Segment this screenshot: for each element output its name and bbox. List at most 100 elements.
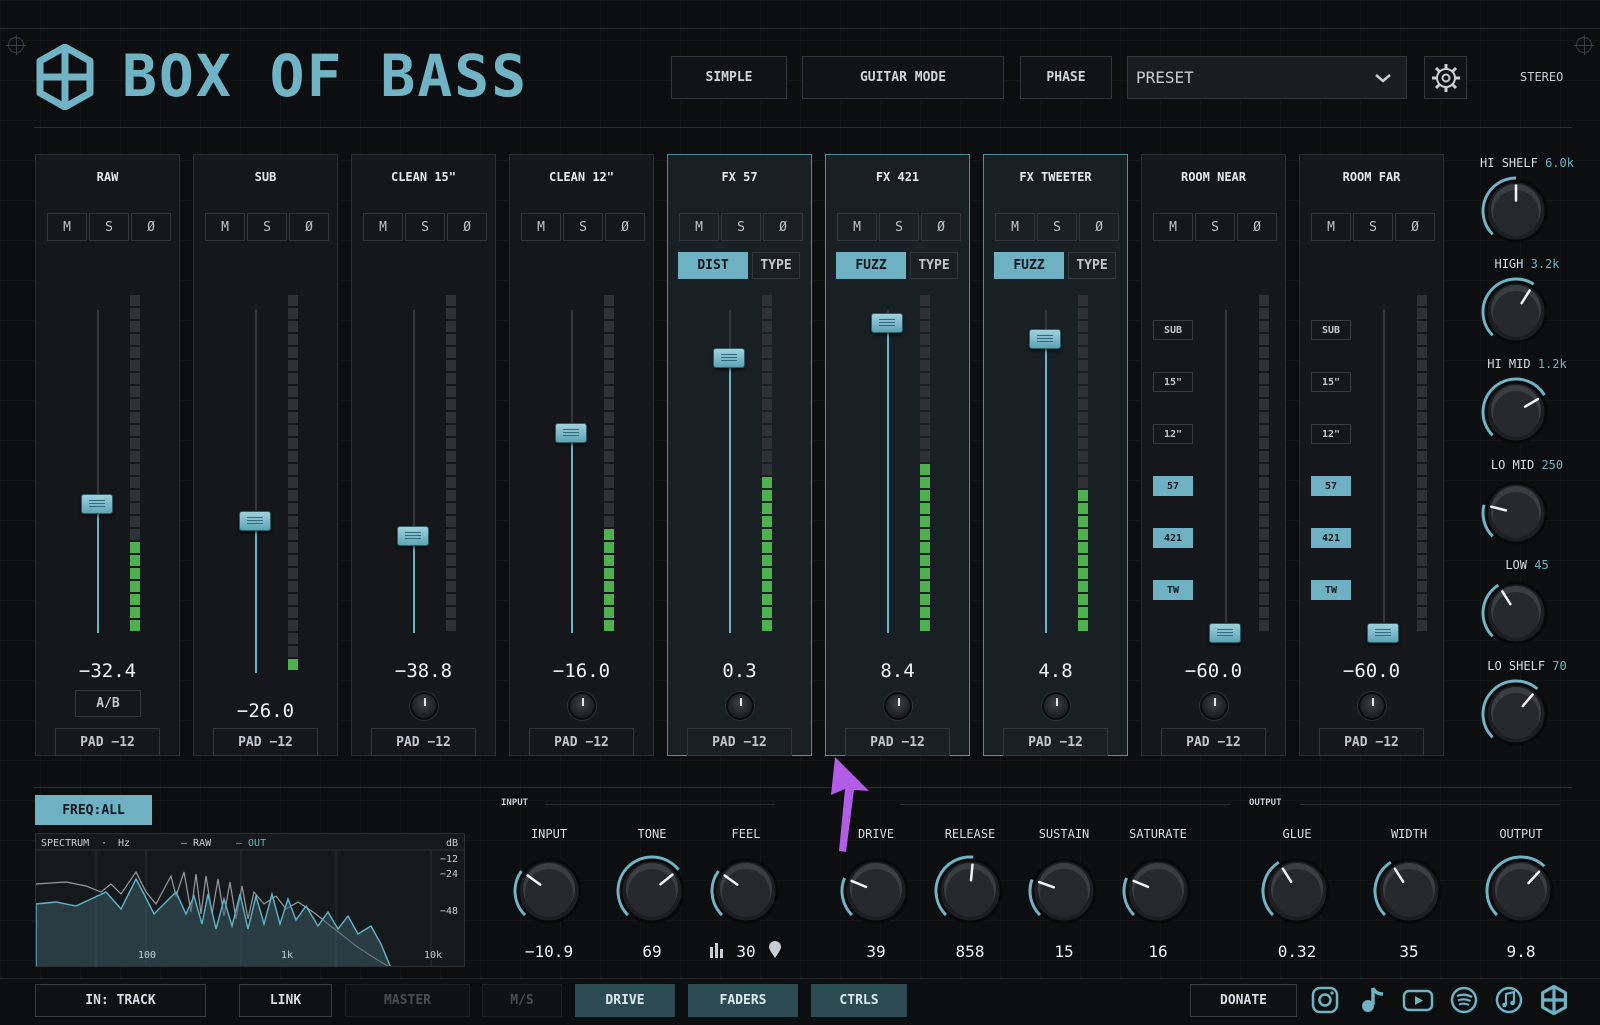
fader-track[interactable] — [1225, 310, 1227, 633]
control-knob[interactable] — [1027, 854, 1101, 928]
ms-button[interactable]: M/S — [482, 984, 562, 1017]
room-route-button[interactable]: TW — [1153, 580, 1193, 600]
fader-handle[interactable] — [555, 422, 587, 443]
solo-button[interactable]: S — [879, 213, 919, 241]
room-route-button[interactable]: 15" — [1311, 372, 1351, 392]
eq-gain-knob[interactable] — [1480, 678, 1552, 750]
phase-invert-button[interactable]: Ø — [763, 213, 803, 241]
phase-invert-button[interactable]: Ø — [447, 213, 487, 241]
guitar-mode-button[interactable]: GUITAR MODE — [802, 56, 1004, 99]
solo-button[interactable]: S — [1037, 213, 1077, 241]
pad-button[interactable]: PAD −12 — [687, 728, 792, 756]
room-route-button[interactable]: 421 — [1153, 528, 1193, 548]
pad-button[interactable]: PAD −12 — [1003, 728, 1108, 756]
tiktok-button[interactable] — [1356, 983, 1390, 1017]
control-knob[interactable] — [1121, 854, 1195, 928]
pan-knob[interactable] — [1042, 692, 1070, 720]
fader-handle[interactable] — [1209, 623, 1241, 643]
settings-button[interactable] — [1424, 56, 1467, 99]
control-knob[interactable] — [1372, 854, 1446, 928]
pin-icon[interactable] — [768, 941, 782, 959]
control-knob[interactable] — [615, 854, 689, 928]
mute-button[interactable]: M — [205, 213, 245, 241]
mute-button[interactable]: M — [363, 213, 403, 241]
pad-button[interactable]: PAD −12 — [529, 728, 634, 756]
pan-knob[interactable] — [410, 692, 438, 720]
phase-invert-button[interactable]: Ø — [289, 213, 329, 241]
room-route-button[interactable]: 12" — [1311, 424, 1351, 444]
ab-button[interactable]: A/B — [75, 690, 141, 717]
pan-knob[interactable] — [726, 692, 754, 720]
phase-button[interactable]: PHASE — [1020, 56, 1112, 99]
phase-invert-button[interactable]: Ø — [921, 213, 961, 241]
fader-handle[interactable] — [1029, 329, 1061, 350]
link-button[interactable]: LINK — [239, 984, 332, 1017]
control-knob[interactable] — [512, 854, 586, 928]
pad-button[interactable]: PAD −12 — [213, 728, 318, 756]
control-knob[interactable] — [933, 854, 1007, 928]
pan-knob[interactable] — [1358, 692, 1386, 720]
preset-dropdown[interactable]: PRESET — [1127, 56, 1407, 99]
room-route-button[interactable]: SUB — [1153, 320, 1193, 340]
youtube-button[interactable] — [1401, 983, 1435, 1017]
mute-button[interactable]: M — [679, 213, 719, 241]
donate-button[interactable]: DONATE — [1190, 984, 1297, 1017]
phase-invert-button[interactable]: Ø — [1237, 213, 1277, 241]
fx-type-button[interactable]: TYPE — [910, 252, 958, 279]
brand-button[interactable] — [1537, 983, 1571, 1017]
phase-invert-button[interactable]: Ø — [605, 213, 645, 241]
tab-drive[interactable]: DRIVE — [575, 984, 675, 1017]
mute-button[interactable]: M — [995, 213, 1035, 241]
pan-knob[interactable] — [884, 692, 912, 720]
solo-button[interactable]: S — [405, 213, 445, 241]
pan-knob[interactable] — [568, 692, 596, 720]
room-route-button[interactable]: 421 — [1311, 528, 1351, 548]
fx-type-button[interactable]: TYPE — [1068, 252, 1116, 279]
fader-handle[interactable] — [239, 510, 271, 531]
room-route-button[interactable]: SUB — [1311, 320, 1351, 340]
apple-music-button[interactable] — [1492, 983, 1526, 1017]
solo-button[interactable]: S — [1195, 213, 1235, 241]
tab-faders[interactable]: FADERS — [688, 984, 798, 1017]
room-route-button[interactable]: 57 — [1153, 476, 1193, 496]
fader-handle[interactable] — [397, 526, 429, 547]
phase-invert-button[interactable]: Ø — [1395, 213, 1435, 241]
fader-handle[interactable] — [1367, 623, 1399, 643]
solo-button[interactable]: S — [247, 213, 287, 241]
mute-button[interactable]: M — [837, 213, 877, 241]
solo-button[interactable]: S — [89, 213, 129, 241]
fx-mode-button[interactable]: FUZZ — [836, 252, 906, 279]
solo-button[interactable]: S — [1353, 213, 1393, 241]
fx-type-button[interactable]: TYPE — [752, 252, 800, 279]
control-knob[interactable] — [839, 854, 913, 928]
eq-gain-knob[interactable] — [1480, 376, 1552, 448]
pad-button[interactable]: PAD −12 — [371, 728, 476, 756]
fader-handle[interactable] — [713, 348, 745, 369]
pad-button[interactable]: PAD −12 — [1319, 728, 1424, 756]
tab-ctrls[interactable]: CTRLS — [811, 984, 907, 1017]
mute-button[interactable]: M — [1153, 213, 1193, 241]
solo-button[interactable]: S — [721, 213, 761, 241]
mute-button[interactable]: M — [521, 213, 561, 241]
eq-gain-knob[interactable] — [1480, 577, 1552, 649]
pan-knob[interactable] — [1200, 692, 1228, 720]
pad-button[interactable]: PAD −12 — [1161, 728, 1266, 756]
input-track-button[interactable]: IN: TRACK — [35, 984, 206, 1017]
master-button[interactable]: MASTER — [345, 984, 470, 1017]
fader-handle[interactable] — [871, 312, 903, 333]
fx-mode-button[interactable]: FUZZ — [994, 252, 1064, 279]
simple-button[interactable]: SIMPLE — [671, 56, 787, 99]
spotify-button[interactable] — [1447, 983, 1481, 1017]
fader-handle[interactable] — [81, 493, 113, 514]
phase-invert-button[interactable]: Ø — [131, 213, 171, 241]
pad-button[interactable]: PAD −12 — [845, 728, 950, 756]
eq-gain-knob[interactable] — [1480, 276, 1552, 348]
freq-all-button[interactable]: FREQ:ALL — [35, 795, 152, 825]
room-route-button[interactable]: 12" — [1153, 424, 1193, 444]
control-knob[interactable] — [1260, 854, 1334, 928]
control-knob[interactable] — [1484, 854, 1558, 928]
eq-gain-knob[interactable] — [1480, 175, 1552, 247]
solo-button[interactable]: S — [563, 213, 603, 241]
mute-button[interactable]: M — [1311, 213, 1351, 241]
room-route-button[interactable]: TW — [1311, 580, 1351, 600]
